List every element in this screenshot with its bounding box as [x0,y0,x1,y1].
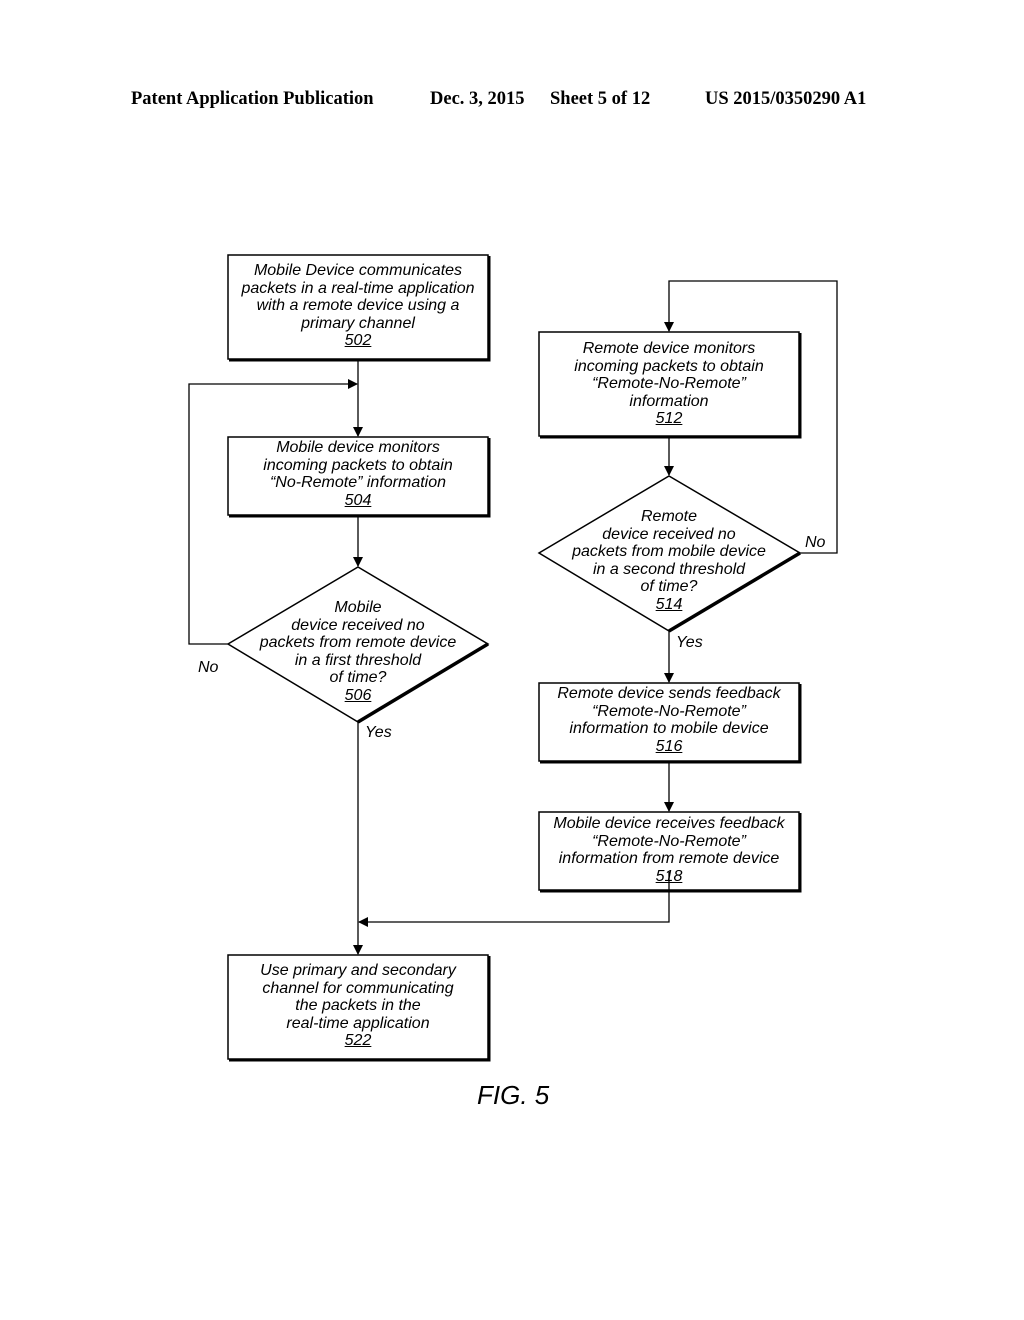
node-502-line: primary channel [301,314,415,332]
node-518-text: Mobile device receives feedback “Remote-… [539,815,799,885]
node-522-text: Use primary and secondary channel for co… [228,962,488,1050]
node-514-ref: 514 [655,595,683,613]
label-506-no: No [198,659,219,676]
node-518-ref: 518 [655,867,683,885]
node-518-line: “Remote-No-Remote” [592,832,746,850]
node-514-line: device received no [602,525,736,543]
node-502-ref: 502 [344,332,372,349]
node-516-line: Remote device sends feedback [557,685,781,702]
node-516-text: Remote device sends feedback “Remote-No-… [539,685,799,755]
node-512-line: Remote device monitors [582,340,756,357]
node-512-text: Remote device monitors incoming packets … [539,340,799,428]
node-506-ref: 506 [344,686,372,704]
node-502-line: packets in a real-time application [241,279,475,297]
node-522-line: Use primary and secondary [260,962,456,979]
node-506-line: Mobile [334,599,382,616]
node-516-ref: 516 [655,737,683,755]
node-504-line: “No-Remote” information [269,474,447,491]
node-514-text: Remote device received no packets from m… [539,508,799,613]
node-518-line: Mobile device receives feedback [553,815,785,832]
node-514-line: of time? [640,578,698,595]
node-512-line: information [629,392,709,410]
node-502-line: Mobile Device communicates [253,262,463,279]
node-514-line: packets from mobile device [572,543,766,560]
node-512-line: incoming packets to obtain [574,357,764,375]
label-514-yes: Yes [676,634,703,651]
node-512-ref: 512 [655,410,683,427]
node-504-ref: 504 [344,491,372,509]
label-506-yes: Yes [365,724,392,741]
node-512-line: “Remote-No-Remote” [592,375,746,392]
node-502-text: Mobile Device communicates packets in a … [228,262,488,350]
node-506-line: packets from remote device [259,634,457,651]
node-514-line: Remote [640,508,698,525]
node-522-ref: 522 [344,1032,372,1049]
node-506-line: in a first threshold [294,651,422,669]
node-504-line: Mobile device monitors [276,439,440,456]
label-514-no: No [805,534,826,551]
node-502-line: with a remote device using a [256,297,460,314]
node-506-text: Mobile device received no packets from r… [228,599,488,704]
node-506-line: device received no [291,616,425,634]
flowchart [188,254,838,1062]
node-518-line: information from remote device [558,850,780,867]
node-506-line: of time? [329,669,387,686]
node-516-line: “Remote-No-Remote” [592,702,746,720]
node-504-text: Mobile device monitors incoming packets … [228,439,488,509]
node-504-line: incoming packets to obtain [263,456,453,474]
node-522-line: the packets in the [295,997,421,1014]
node-514-line: in a second threshold [592,560,746,578]
figure-label: FIG. 5 [477,1080,550,1110]
node-516-line: information to mobile device [569,720,769,737]
node-522-line: channel for communicating [262,979,454,997]
node-522-line: real-time application [286,1014,430,1032]
